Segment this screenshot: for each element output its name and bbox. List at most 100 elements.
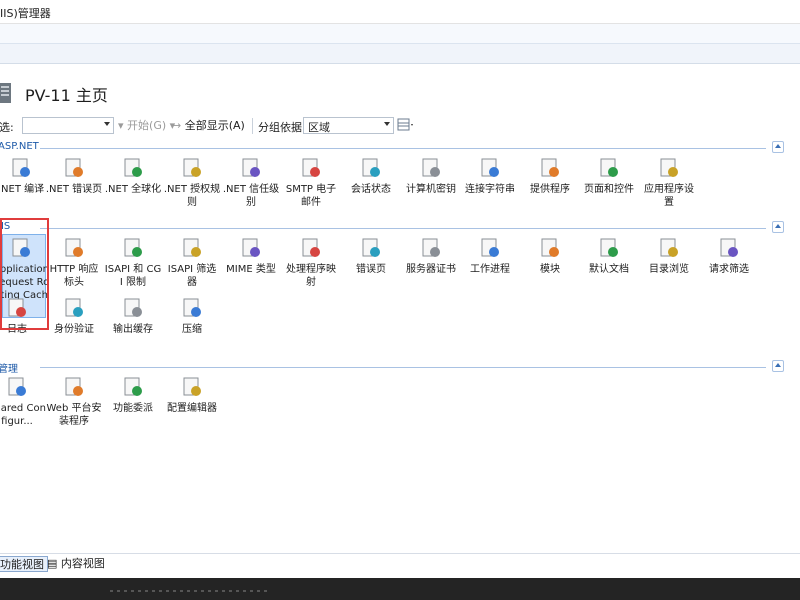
default-doc-icon [600, 238, 618, 257]
mgmt-feature-2[interactable]: 功能委派 [104, 376, 162, 415]
feature-label: .NET 错误页 [45, 184, 103, 195]
feature-label: MIME 类型 [226, 264, 276, 275]
feature-label: 模块 [540, 264, 560, 275]
group-by-select[interactable]: 区域 [303, 117, 394, 134]
aspnet-feature-8[interactable]: 连接字符串 [461, 157, 519, 196]
aspnet-feature-10[interactable]: 页面和控件 [580, 157, 638, 196]
show-all-icon: → [172, 119, 182, 132]
iis-feature-2[interactable]: ISAPI 和 CGI 限制 [104, 237, 162, 289]
aspnet-feature-9[interactable]: 提供程序 [521, 157, 579, 196]
collapse-icon[interactable] [772, 360, 784, 372]
iis-feature-8[interactable]: 工作进程 [461, 237, 519, 276]
chevron-down-icon [384, 122, 390, 126]
page-title: PV-11 主页 [25, 86, 108, 105]
providers-icon [541, 158, 559, 177]
feature-delegation-icon [124, 377, 142, 396]
aspnet-feature-4[interactable]: .NET 信任级别 [222, 157, 280, 209]
certificate-icon [422, 238, 440, 257]
config-editor-icon [183, 377, 201, 396]
view-grid-icon [397, 118, 413, 131]
isapi-filter-icon [183, 238, 201, 257]
view-tabs: 功能视图 ▤ 内容视图 [0, 553, 800, 573]
http-headers-icon [65, 238, 83, 257]
aspnet-feature-1[interactable]: .NET 错误页 [45, 157, 103, 196]
section-aspnet[interactable]: ASP.NET [0, 141, 784, 155]
feature-label: 错误页 [356, 264, 386, 275]
address-bar[interactable] [0, 24, 800, 44]
iis-feature-6[interactable]: 错误页 [342, 237, 400, 276]
aspnet-feature-6[interactable]: 会话状态 [342, 157, 400, 196]
feature-label: .NET 全球化 [104, 184, 162, 195]
aspnet-feature-7[interactable]: 计算机密钥 [402, 157, 460, 196]
worker-process-icon [481, 238, 499, 257]
iis-feature-1[interactable]: HTTP 响应标头 [45, 237, 103, 289]
isapi-cgi-icon [124, 238, 142, 257]
error-page-icon [362, 238, 380, 257]
section-iis[interactable]: IIS [0, 221, 784, 235]
mgmt-feature-3[interactable]: 配置编辑器 [163, 376, 221, 415]
connection-string-icon [481, 158, 499, 177]
iis-manager-window: IIS)管理器 PV-11 主页 筛选: ▾ 开始(G) ▾ → 全部显示(A)… [0, 0, 800, 578]
request-filter-icon [720, 238, 738, 257]
section-management[interactable]: 管理 [0, 360, 784, 375]
tab-features-view[interactable]: 功能视图 [0, 556, 48, 572]
mgmt-feature-1[interactable]: Web 平台安装程序 [45, 376, 103, 428]
feature-label: 功能委派 [113, 403, 153, 414]
start-button[interactable]: ▾ 开始(G) ▾ [118, 118, 175, 134]
feature-label: 应用程序设置 [644, 184, 694, 208]
smtp-mail-icon [302, 158, 320, 177]
mgmt-feature-0[interactable]: Shared Configur... [0, 376, 46, 428]
dir-browse-icon [660, 238, 678, 257]
taskbar-strip [0, 578, 800, 600]
handler-mapping-icon [302, 238, 320, 257]
iis-feature-3[interactable]: ISAPI 筛选器 [163, 237, 221, 289]
feature-label: 压缩 [182, 324, 202, 335]
iis-feature-16[interactable]: 压缩 [163, 297, 221, 336]
filter-label: 筛选: [0, 121, 14, 134]
aspnet-feature-5[interactable]: SMTP 电子邮件 [282, 157, 340, 209]
aspnet-feature-0[interactable]: .NET 编译 [0, 157, 50, 196]
iis-feature-14[interactable]: 身份验证 [45, 297, 103, 336]
menu-bar[interactable] [0, 44, 800, 64]
iis-feature-15[interactable]: 输出缓存 [104, 297, 162, 336]
view-mode-button[interactable] [397, 118, 415, 134]
filter-toolbar: 筛选: ▾ 开始(G) ▾ → 全部显示(A) 分组依据: 区域 [0, 116, 800, 136]
feature-label: 服务器证书 [406, 264, 456, 275]
tab-content-view[interactable]: ▤ 内容视图 [44, 556, 108, 572]
show-all-button[interactable]: → 全部显示(A) [172, 118, 245, 134]
iis-feature-9[interactable]: 模块 [521, 237, 579, 276]
iis-feature-4[interactable]: MIME 类型 [222, 237, 280, 276]
session-state-icon [362, 158, 380, 177]
iis-feature-7[interactable]: 服务器证书 [402, 237, 460, 276]
feature-label: 连接字符串 [465, 184, 515, 195]
shared-config-icon [8, 377, 26, 396]
iis-feature-11[interactable]: 目录浏览 [640, 237, 698, 276]
iis-feature-5[interactable]: 处理程序映射 [282, 237, 340, 289]
filter-input[interactable] [22, 117, 114, 134]
machine-key-icon [422, 158, 440, 177]
group-by-label: 分组依据: [258, 121, 306, 134]
feature-label: 请求筛选 [709, 264, 749, 275]
aspnet-feature-2[interactable]: .NET 全球化 [104, 157, 162, 196]
auth-icon [65, 298, 83, 317]
feature-label: ISAPI 和 CGI 限制 [104, 264, 162, 288]
feature-label: SMTP 电子邮件 [285, 184, 337, 208]
modules-icon [541, 238, 559, 257]
collapse-icon[interactable] [772, 221, 784, 233]
feature-label: .NET 编译 [0, 184, 45, 195]
feature-label: 输出缓存 [113, 324, 153, 335]
toolbar-separator [252, 118, 253, 134]
section-title: ASP.NET [0, 141, 39, 152]
collapse-icon[interactable] [772, 141, 784, 153]
iis-feature-10[interactable]: 默认文档 [580, 237, 638, 276]
feature-label: Shared Configur... [0, 403, 46, 427]
dotnet-error-page-icon [65, 158, 83, 177]
chevron-down-icon [104, 122, 110, 126]
feature-label: HTTP 响应标头 [49, 264, 99, 288]
iis-feature-12[interactable]: 请求筛选 [700, 237, 758, 276]
highlight-box [0, 218, 49, 330]
aspnet-feature-3[interactable]: .NET 授权规则 [163, 157, 221, 209]
aspnet-feature-11[interactable]: 应用程序设置 [640, 157, 698, 209]
app-settings-icon [660, 158, 678, 177]
feature-label: .NET 授权规则 [163, 184, 221, 208]
